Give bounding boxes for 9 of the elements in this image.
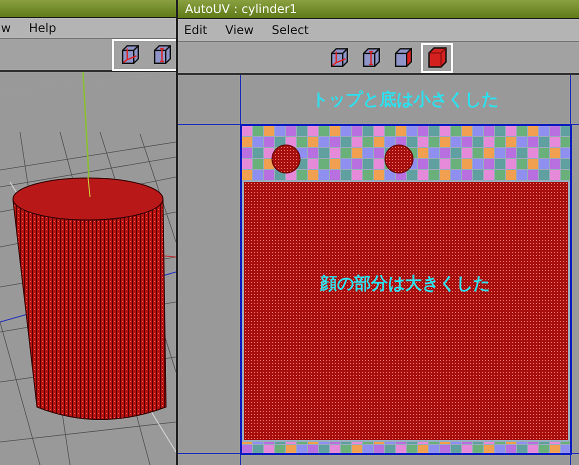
menu-item[interactable]: Help	[22, 20, 68, 35]
menu-item[interactable]: View	[219, 23, 266, 37]
caption: トップと底は小さくした	[310, 89, 500, 111]
caption: 顔の部分は大きくした	[318, 273, 491, 295]
menu-item[interactable]: Select	[266, 23, 321, 37]
window-title: AutoUV : cylinder1	[178, 0, 579, 19]
menu-item[interactable]: w	[0, 20, 23, 35]
menu-item[interactable]: Edit	[178, 23, 220, 37]
view-button[interactable]	[420, 42, 452, 72]
